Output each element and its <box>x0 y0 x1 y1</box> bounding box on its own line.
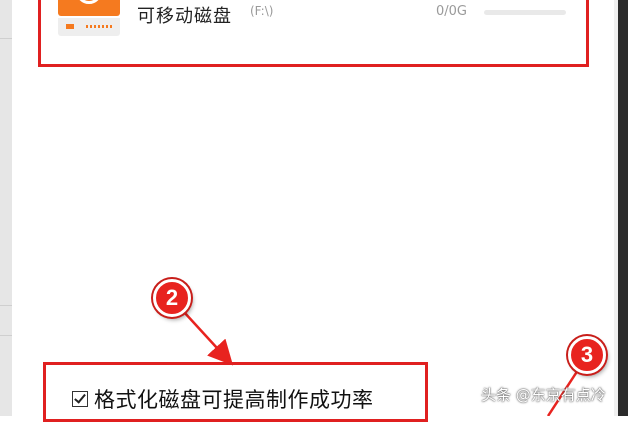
annotation-arrows <box>183 311 580 416</box>
step-marker-3: 3 <box>568 336 606 374</box>
format-checkbox-label[interactable]: 格式化磁盘可提高制作成功率 <box>94 384 374 414</box>
watermark: 头条 @东京有点冷 <box>481 386 606 404</box>
format-checkbox[interactable] <box>72 391 88 407</box>
arrow-to-checkbox <box>183 311 234 366</box>
format-option-row[interactable]: 格式化磁盘可提高制作成功率 <box>72 384 374 414</box>
step-marker-2: 2 <box>153 279 191 317</box>
